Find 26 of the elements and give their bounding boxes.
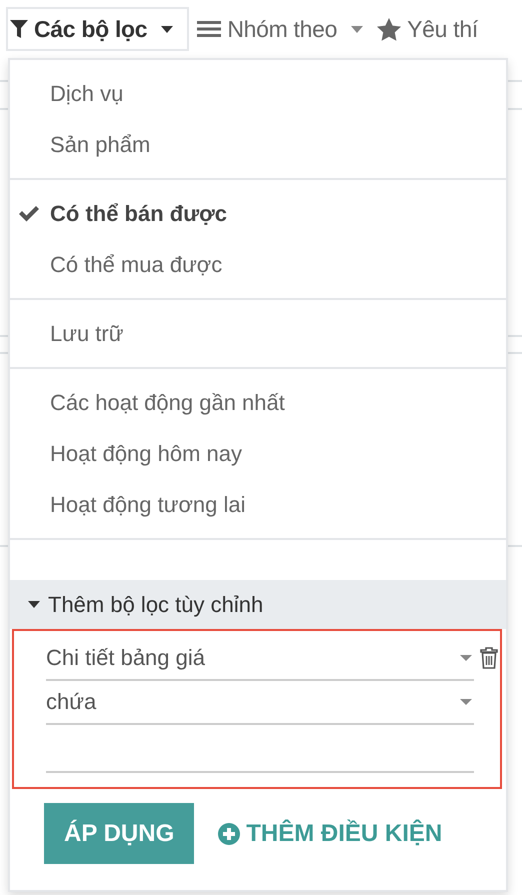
trash-icon[interactable] [480,647,498,669]
caret-icon [28,601,40,608]
filter-option[interactable]: Có thể bán được [10,188,506,239]
menu-icon [197,20,222,38]
custom-filter-toggle[interactable]: Thêm bộ lọc tùy chỉnh [10,580,506,629]
filter-option[interactable]: Sản phẩm [10,119,506,170]
filter-dropdown[interactable]: Các bộ lọc [6,7,190,51]
filter-option[interactable]: Dịch vụ [10,68,506,119]
favorites-dropdown[interactable]: Yêu thí [373,7,492,51]
filter-option[interactable]: Lưu trữ [10,308,506,359]
checkmark-icon [18,205,40,222]
apply-button[interactable]: ÁP DỤNG [44,803,194,864]
caret-icon [460,655,472,661]
filter-option[interactable]: Có thể mua được [10,239,506,290]
add-condition-button[interactable]: THÊM ĐIỀU KIỆN [218,820,442,848]
caret-icon [161,26,174,32]
star-icon [377,18,402,40]
plus-circle-icon [218,822,240,844]
filter-option[interactable]: Hoạt động hôm nay [10,428,506,479]
caret-icon [460,699,472,705]
filter-option[interactable]: Hoạt động tương lai [10,479,506,530]
caret-icon [351,26,364,32]
field-select[interactable]: Chi tiết bảng giá [46,637,474,681]
group-dropdown[interactable]: Nhóm theo [193,7,370,51]
filter-option[interactable]: Các hoạt động gần nhất [10,377,506,428]
funnel-icon [10,19,28,39]
